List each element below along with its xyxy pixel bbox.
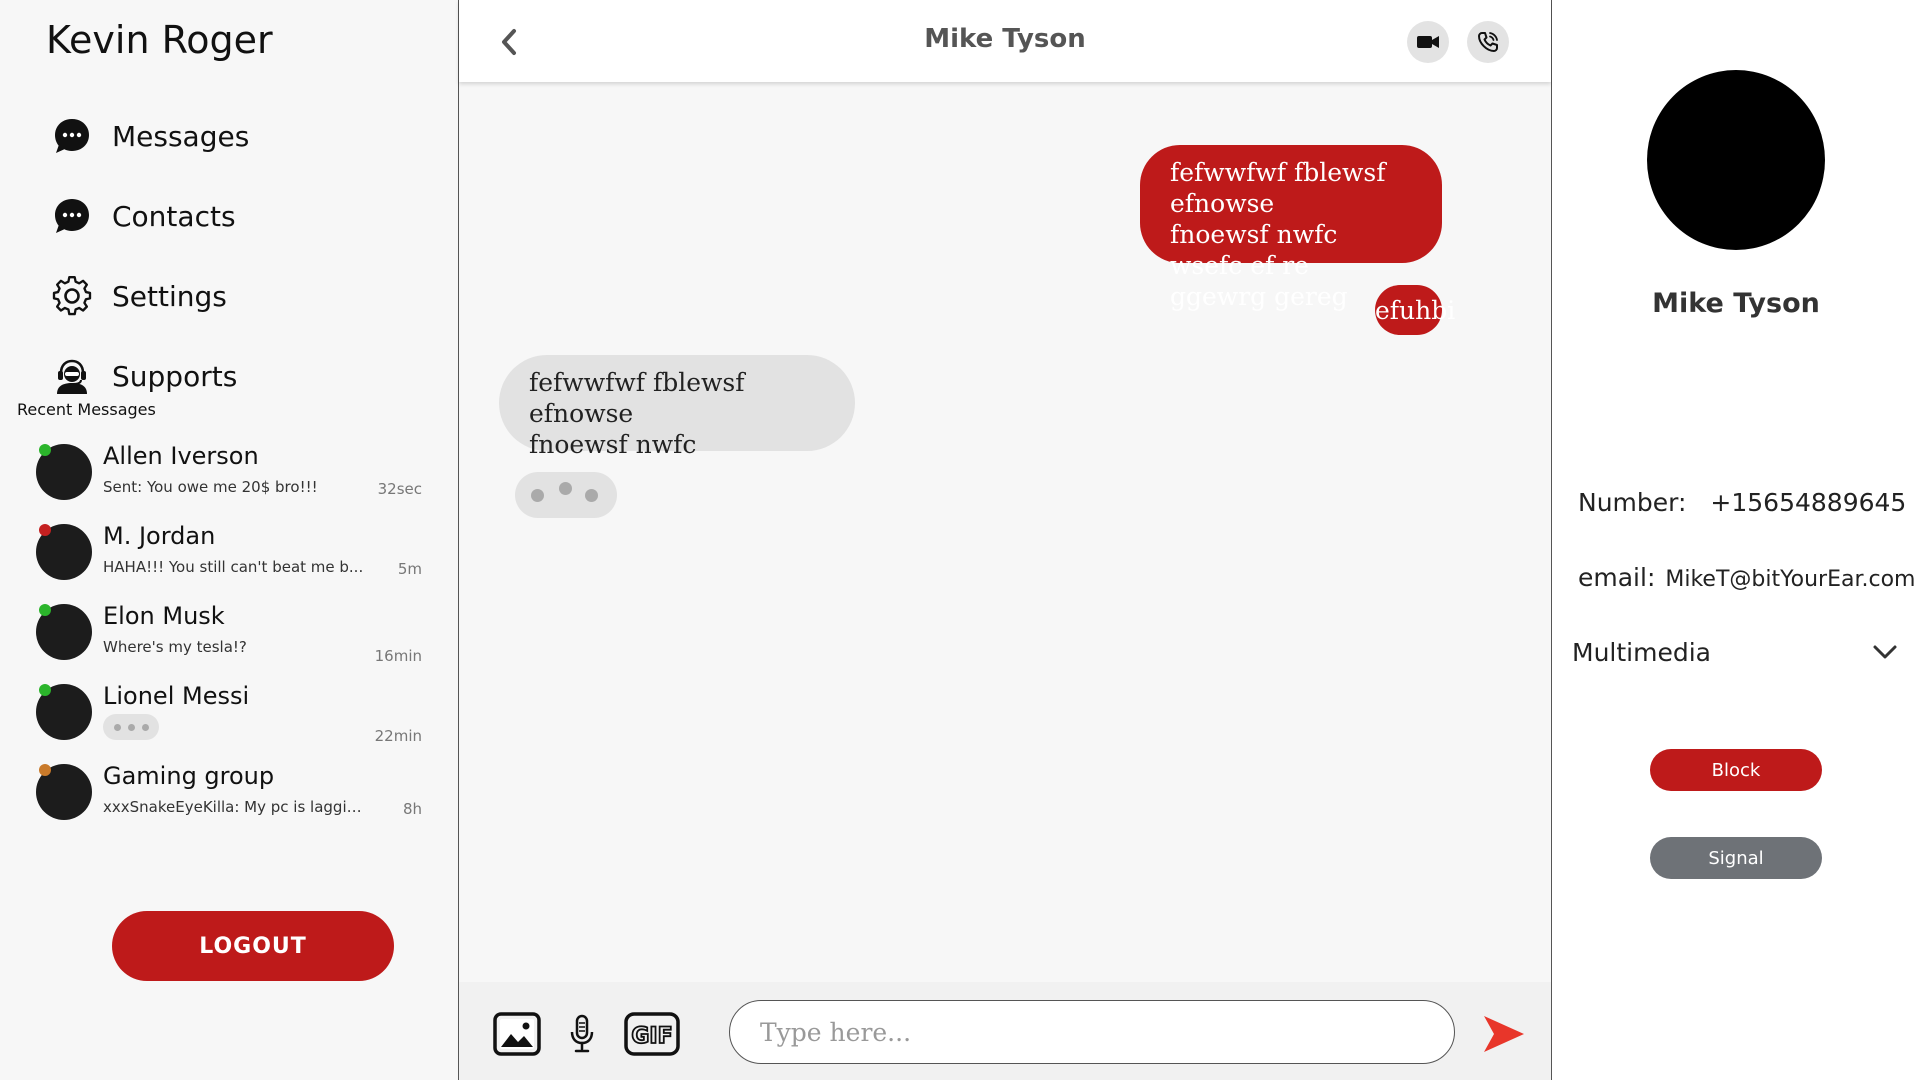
send-button[interactable] <box>1479 1010 1529 1058</box>
chat-header: Mike Tyson <box>459 0 1551 82</box>
main-nav: Messages Contacts Settings Supports <box>50 96 249 416</box>
list-item[interactable]: M. Jordan HAHA!!! You still can't beat m… <box>36 520 432 600</box>
gif-button[interactable]: GIF <box>624 1010 680 1058</box>
contact-name: Gaming group <box>103 762 275 790</box>
profile-name: Mike Tyson <box>1652 288 1820 319</box>
contact-name: Elon Musk <box>103 602 225 630</box>
message-time: 22min <box>374 727 422 745</box>
multimedia-label: Multimedia <box>1572 637 1711 667</box>
sidebar: Kevin Roger Messages Contacts Settings S… <box>0 0 458 1080</box>
block-button[interactable]: Block <box>1650 749 1822 791</box>
contact-name: Allen Iverson <box>103 442 259 470</box>
typing-indicator <box>515 472 617 518</box>
online-status-dot <box>39 684 51 696</box>
microphone-icon <box>570 1014 594 1053</box>
image-icon <box>493 1012 541 1056</box>
online-status-dot <box>39 444 51 456</box>
nav-label: Settings <box>112 279 227 313</box>
message-composer: GIF <box>459 982 1551 1080</box>
contact-name: M. Jordan <box>103 522 216 550</box>
online-status-dot <box>39 604 51 616</box>
email-label: email: <box>1578 563 1656 592</box>
chevron-down-icon <box>1873 645 1897 659</box>
nav-item-contacts[interactable]: Contacts <box>50 176 249 256</box>
email-row: email: MikeT@bitYourEar.com <box>1578 563 1915 592</box>
list-item[interactable]: Elon Musk Where's my tesla!? 16min <box>36 600 432 680</box>
message-time: 32sec <box>377 480 422 498</box>
phone-icon <box>1478 32 1498 52</box>
message-time: 16min <box>374 647 422 665</box>
phone-number-row: Number: +15654889645 <box>1578 488 1906 517</box>
chat-contact-name: Mike Tyson <box>924 24 1086 54</box>
profile-avatar <box>1647 70 1825 250</box>
list-item[interactable]: Lionel Messi 22min <box>36 680 432 760</box>
nav-label: Contacts <box>112 199 236 233</box>
chat-bubble-icon <box>50 114 94 158</box>
email-value: MikeT@bitYourEar.com <box>1665 567 1916 592</box>
contact-profile-panel: Mike Tyson Number: +15654889645 email: Mik… <box>1552 0 1920 1080</box>
chat-bubble-icon <box>50 194 94 238</box>
list-item[interactable]: Allen Iverson Sent: You owe me 20$ bro!!… <box>36 440 432 520</box>
recent-messages-list: Allen Iverson Sent: You owe me 20$ bro!!… <box>36 440 432 840</box>
busy-status-dot <box>39 524 51 536</box>
message-preview: HAHA!!! You still can't beat me b... <box>103 558 364 576</box>
nav-label: Messages <box>112 119 250 153</box>
current-user-name: Kevin Roger <box>46 18 273 62</box>
message-time: 5m <box>397 560 422 578</box>
message-preview: Where's my tesla!? <box>103 638 247 656</box>
phone-number-value: +15654889645 <box>1710 488 1907 517</box>
nav-item-settings[interactable]: Settings <box>50 256 249 336</box>
video-camera-icon <box>1417 36 1439 48</box>
message-preview: Sent: You owe me 20$ bro!!! <box>103 478 318 496</box>
contact-name: Lionel Messi <box>103 682 250 710</box>
nav-label: Supports <box>112 359 238 393</box>
support-agent-icon <box>50 354 94 398</box>
gif-label: GIF <box>631 1024 672 1049</box>
message-preview: xxxSnakeEyeKilla: My pc is laggin... <box>103 798 365 816</box>
incoming-message-bubble: fefwwfwf fblewsf efnowse fnoewsf nwfc <box>499 355 855 459</box>
message-thread: fefwwfwf fblewsf efnowse fnoewsf nwfc ws… <box>459 82 1551 982</box>
logout-button[interactable]: LOGOUT <box>112 911 394 981</box>
multimedia-dropdown[interactable]: Multimedia <box>1572 632 1898 672</box>
message-input[interactable] <box>729 1000 1455 1064</box>
nav-item-messages[interactable]: Messages <box>50 96 249 176</box>
message-time: 8h <box>402 800 422 818</box>
outgoing-message-bubble: efuhbi <box>1375 285 1455 335</box>
send-arrow-icon <box>1484 1016 1524 1052</box>
outgoing-message-bubble: fefwwfwf fblewsf efnowse fnoewsf nwfc ws… <box>1140 145 1442 311</box>
voice-call-button[interactable] <box>1467 21 1509 63</box>
voice-message-button[interactable] <box>567 1010 597 1058</box>
chat-panel: Mike Tyson fefwwfwf fblewsf efnowse fnoe… <box>458 0 1552 1080</box>
signal-button[interactable]: Signal <box>1650 837 1822 879</box>
list-item[interactable]: Gaming group xxxSnakeEyeKilla: My pc is … <box>36 760 432 840</box>
away-status-dot <box>39 764 51 776</box>
gear-icon <box>50 274 94 318</box>
number-label: Number: <box>1578 488 1687 517</box>
typing-indicator <box>103 714 159 740</box>
recent-messages-heading: Recent Messages <box>17 400 156 419</box>
video-call-button[interactable] <box>1407 21 1449 63</box>
gif-icon: GIF <box>624 1012 680 1056</box>
attach-image-button[interactable] <box>492 1010 542 1058</box>
